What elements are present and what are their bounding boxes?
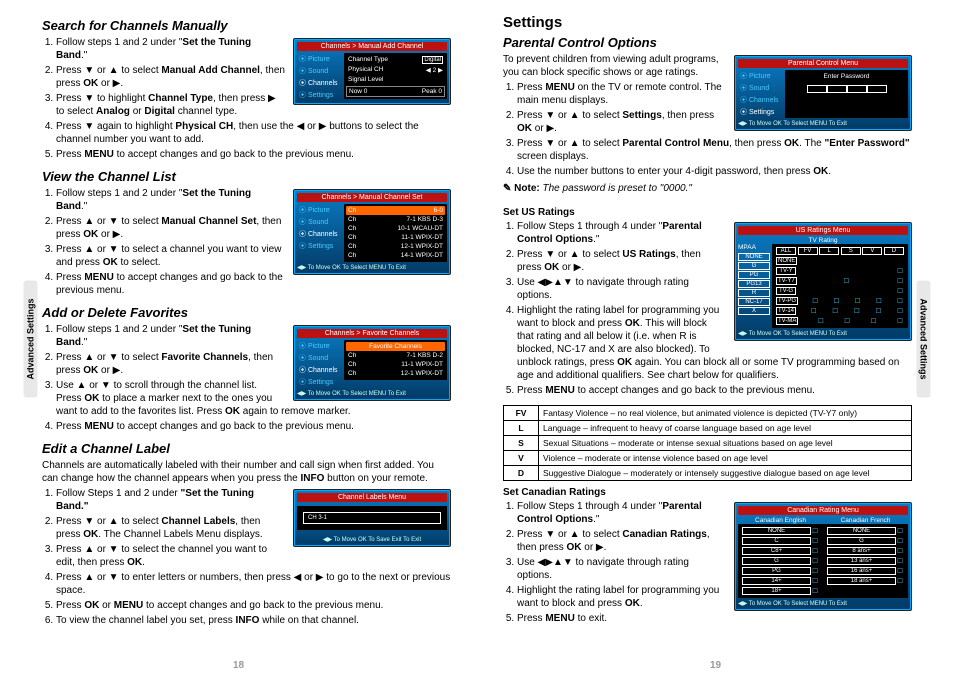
scr-menu-item: ⦿ Sound [738, 82, 782, 94]
scr-menu-item: ⦿ Channels [297, 77, 341, 89]
scr-menu-item: ⦿ Sound [297, 352, 341, 364]
label: Physical CH [348, 66, 383, 74]
scr-footer: ◀▶ To Move OK To Select MENU To Exit [297, 388, 447, 397]
label: Channel Type [348, 56, 388, 64]
scr-panel: Channel Type Digital Physical CH ◀ 2 ▶ Sig… [344, 53, 447, 99]
qualifiers-table: FVFantasy Violence – no real violence, b… [503, 405, 912, 481]
heading-us: Set US Ratings [503, 207, 912, 218]
heading-can: Set Canadian Ratings [503, 487, 912, 498]
scr-title: US Ratings Menu [738, 226, 908, 235]
screenshot-add-channel: Channels > Manual Add Channel ⦿ Picture … [293, 38, 451, 105]
pencil-icon: ✎ [503, 183, 514, 194]
value: Digital [422, 56, 443, 64]
screenshot-channel-list: Channels > Manual Channel Set ⦿ Picture … [293, 189, 451, 275]
screenshot-parental: Parental Control Menu ⦿ Picture ⦿ Sound … [734, 55, 912, 131]
scr-menu-item: ⦿ Channels [297, 228, 341, 240]
scr-title: Parental Control Menu [738, 59, 908, 68]
scr-menu-item: ⦿ Settings [297, 240, 341, 252]
screenshot-favorites: Channels > Favorite Channels ⦿ Picture ⦿… [293, 325, 451, 401]
scr-menu-item: ⦿ Sound [297, 65, 341, 77]
page-number-left: 18 [0, 660, 477, 671]
scr-menu-item: ⦿ Picture [297, 204, 341, 216]
note-password: ✎ Note: The password is preset to "0000.… [503, 182, 912, 195]
heading-edit: Edit a Channel Label [42, 441, 451, 456]
subtitle: TV Rating [738, 237, 908, 244]
value: Peak 0 [422, 88, 442, 95]
scr-title: Channels > Manual Add Channel [297, 42, 447, 51]
scr-menu-item: ⦿ Settings [297, 376, 341, 388]
scr-title: Channels > Manual Channel Set [297, 193, 447, 202]
screenshot-us-ratings: US Ratings Menu TV Rating MPAA NONE G PG… [734, 222, 912, 341]
page-19: Advanced Settings Settings Parental Cont… [477, 0, 954, 677]
edit-intro: Channels are automatically labeled with … [42, 459, 451, 485]
side-tab-left: Advanced Settings [24, 280, 38, 397]
scr-menu-item: ⦿ Channels [297, 364, 341, 376]
scr-title: Channel Labels Menu [297, 493, 447, 502]
scr-menu-item: ⦿ Settings [738, 106, 782, 118]
screenshot-can-ratings: Canadian Rating Menu Canadian EnglishCan… [734, 502, 912, 611]
value: ◀ 2 ▶ [426, 66, 443, 74]
scr-menu-item: ⦿ Sound [297, 216, 341, 228]
scr-menu-item: ⦿ Picture [738, 70, 782, 82]
heading-settings: Settings [503, 14, 912, 31]
scr-menu-item: ⦿ Picture [297, 53, 341, 65]
screenshot-labels: Channel Labels Menu CH 3-1 ◀▶ To Move OK… [293, 489, 451, 547]
scr-footer: ◀▶ To Move OK To Select MENU To Exit [738, 118, 908, 127]
label: Now 0 [349, 88, 367, 95]
page-spread: Advanced Settings Search for Channels Ma… [0, 0, 954, 677]
scr-menu-item: ⦿ Picture [297, 340, 341, 352]
scr-title: Canadian Rating Menu [738, 506, 908, 515]
scr-sidebar: ⦿ Picture ⦿ Sound ⦿ Channels ⦿ Settings [297, 53, 341, 101]
label-field: CH 3-1 [303, 512, 441, 524]
scr-footer: ◀▶ To Move OK To Select MENU To Exit [738, 598, 908, 607]
scr-title: Channels > Favorite Channels [297, 329, 447, 338]
scr-menu-item: ⦿ Channels [738, 94, 782, 106]
side-tab-right: Advanced Settings [916, 280, 930, 397]
heading-view: View the Channel List [42, 169, 451, 184]
scr-footer: ◀▶ To Move OK To Select MENU To Exit [297, 262, 447, 271]
heading-search: Search for Channels Manually [42, 18, 451, 33]
page-18: Advanced Settings Search for Channels Ma… [0, 0, 477, 677]
label: Signal Level [348, 76, 383, 83]
page-number-right: 19 [477, 660, 954, 671]
scr-footer: ◀▶ To Move OK To Save Exit To Exit [297, 534, 447, 543]
scr-footer: ◀▶ To Move OK To Select MENU To Exit [738, 328, 908, 337]
scr-menu-item: ⦿ Settings [297, 89, 341, 101]
heading-fav: Add or Delete Favorites [42, 305, 451, 320]
heading-parental: Parental Control Options [503, 35, 912, 50]
